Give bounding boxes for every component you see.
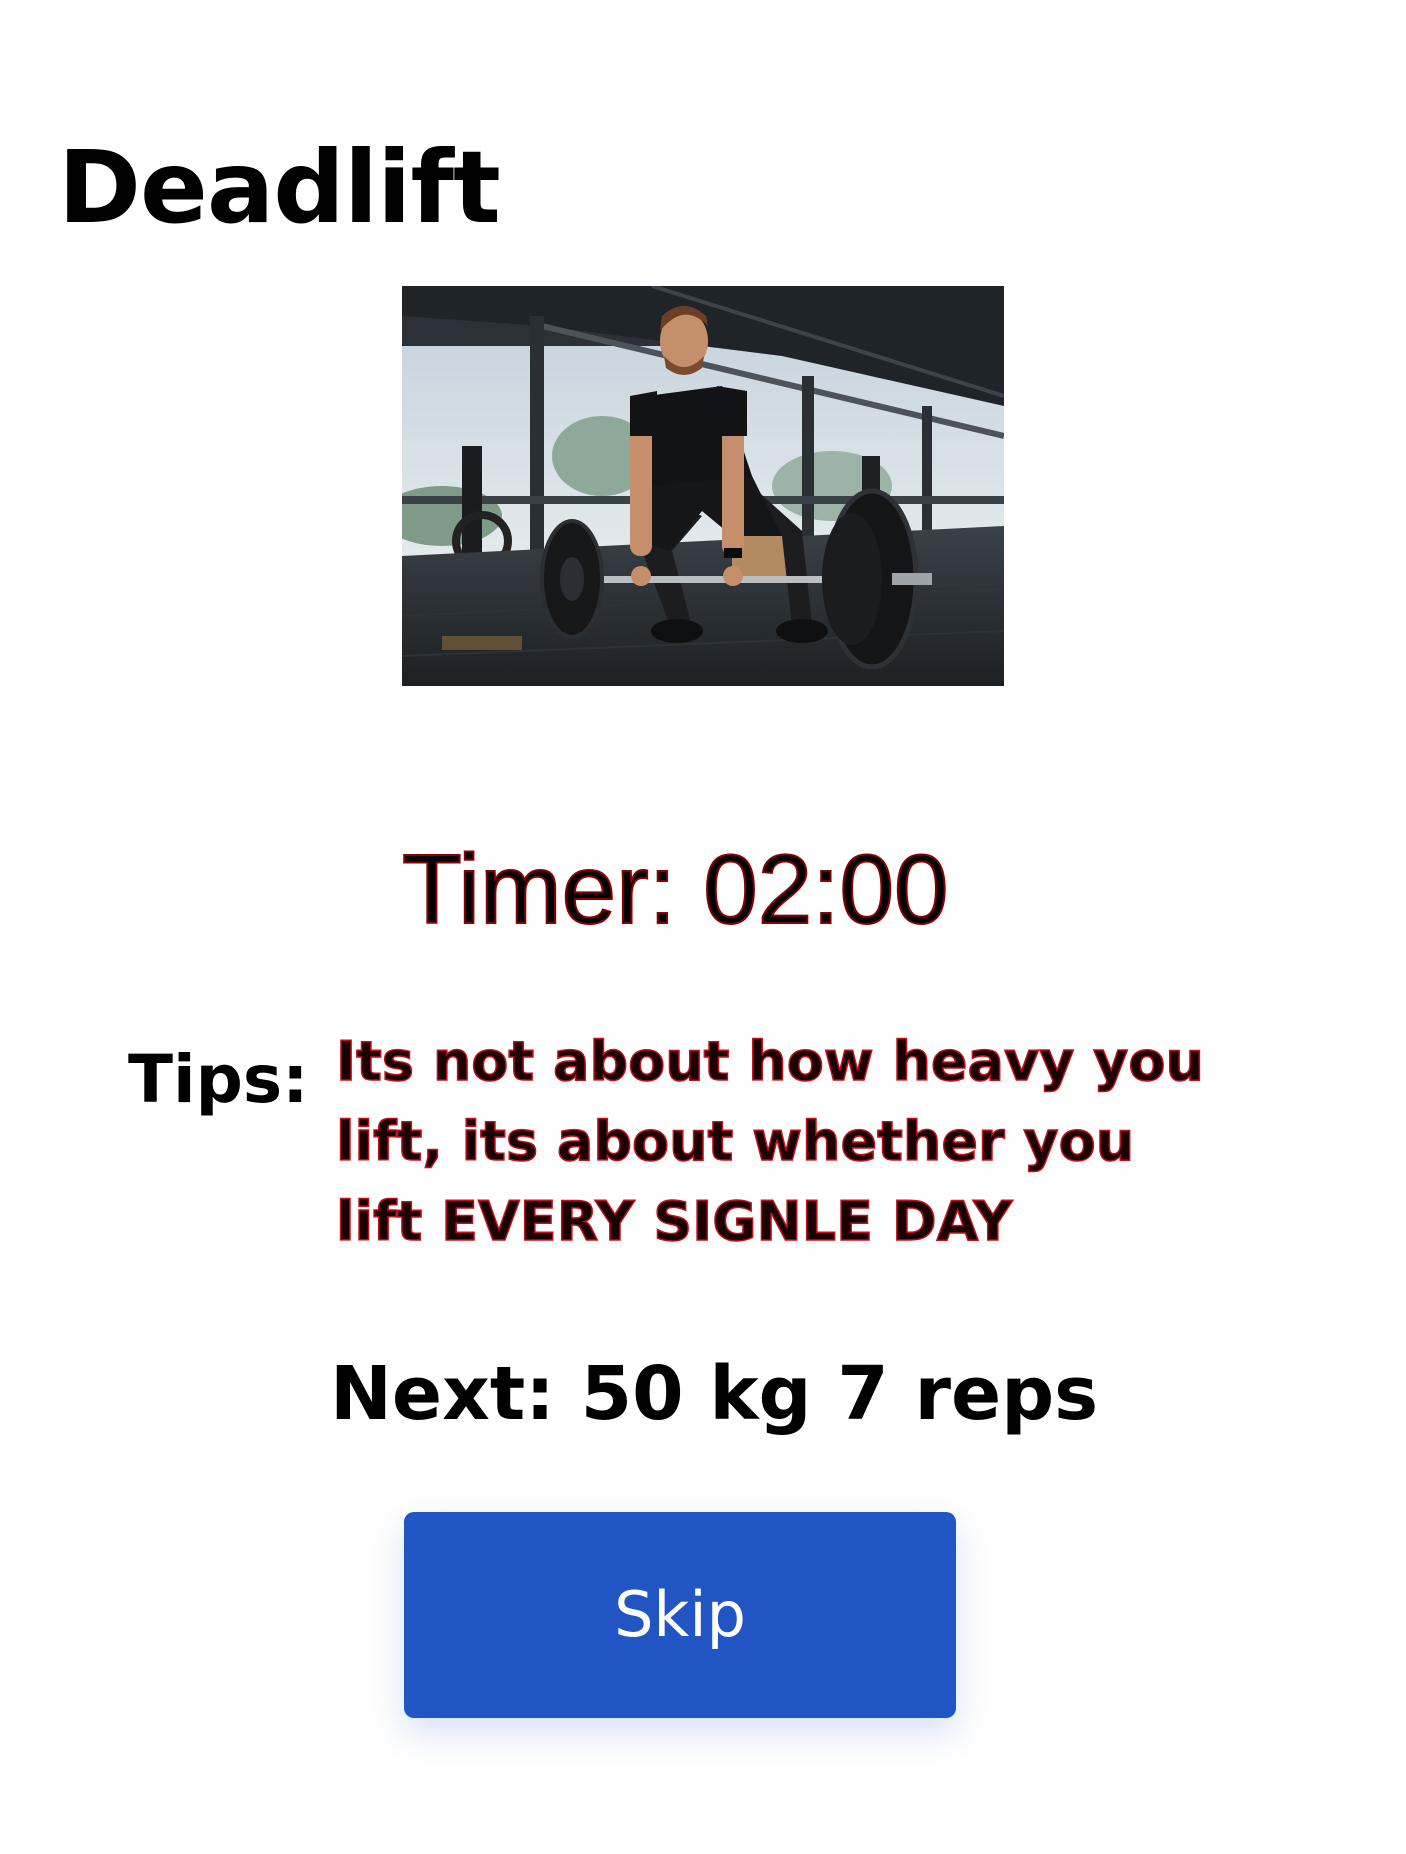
exercise-photo — [402, 286, 1004, 686]
rest-timer: Timer: 02:00 — [401, 833, 949, 945]
skip-button[interactable]: Skip — [404, 1512, 956, 1718]
exercise-title: Deadlift — [58, 129, 501, 246]
tips-text: Its not about how heavy you lift, its ab… — [335, 1029, 1204, 1254]
tips-label: Tips: — [128, 1041, 309, 1118]
next-set-info: Next: 50 kg 7 reps — [330, 1351, 1099, 1437]
deadlift-illustration — [402, 286, 1004, 686]
workout-screen: Deadlift Timer: 02:00 Tips: Its not abou… — [0, 0, 1406, 1854]
